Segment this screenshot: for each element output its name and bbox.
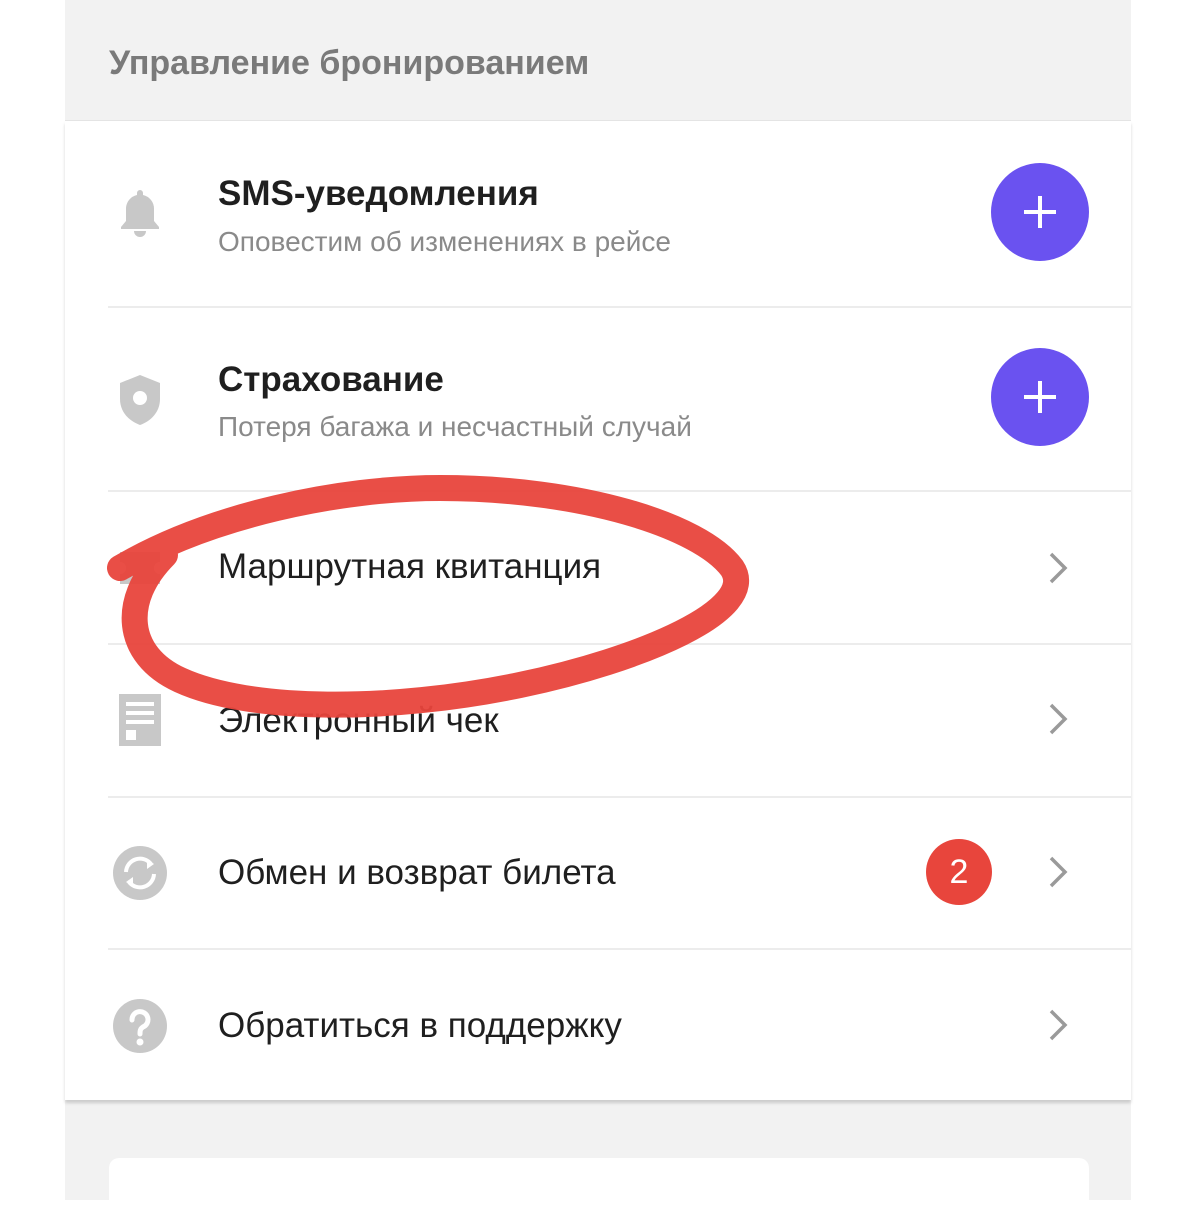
section-header: Управление бронированием: [65, 0, 1131, 121]
chevron-right-icon: [1043, 852, 1073, 892]
booking-options-list: SMS-уведомления Оповестим об изменениях …: [65, 121, 1131, 1100]
plus-icon: [1024, 196, 1056, 228]
list-item-itinerary-receipt[interactable]: Маршрутная квитанция: [65, 492, 1131, 645]
add-insurance-button[interactable]: [991, 348, 1089, 446]
exchange-icon: [110, 843, 170, 903]
item-title: Электронный чек: [218, 701, 499, 740]
item-title: Маршрутная квитанция: [218, 547, 602, 586]
list-item-support[interactable]: Обратиться в поддержку: [65, 950, 1131, 1100]
plus-icon: [1024, 381, 1056, 413]
add-sms-button[interactable]: [991, 163, 1089, 261]
bell-icon: [110, 183, 170, 243]
chevron-right-icon: [1043, 699, 1073, 739]
list-item-exchange-refund[interactable]: Обмен и возврат билета 2: [65, 798, 1131, 950]
chevron-right-icon: [1043, 1005, 1073, 1045]
list-item-insurance: Страхование Потеря багажа и несчастный с…: [65, 308, 1131, 492]
item-subtitle: Потеря багажа и несчастный случай: [218, 411, 692, 442]
item-title: SMS-уведомления: [218, 174, 539, 213]
item-subtitle: Оповестим об изменениях в рейсе: [218, 226, 671, 257]
ticket-icon: [110, 538, 170, 598]
receipt-icon: [110, 690, 170, 750]
chevron-right-icon: [1043, 548, 1073, 588]
list-item-electronic-receipt[interactable]: Электронный чек: [65, 645, 1131, 798]
section-title: Управление бронированием: [109, 44, 590, 82]
item-title: Страхование: [218, 360, 444, 399]
booking-management-panel: Управление бронированием SMS-уведомления…: [65, 0, 1131, 1218]
help-icon: [110, 996, 170, 1056]
shield-icon: [110, 370, 170, 430]
notification-badge: 2: [926, 839, 992, 905]
next-card-placeholder: [109, 1158, 1089, 1218]
item-title: Обмен и возврат билета: [218, 853, 616, 892]
list-item-sms-notifications: SMS-уведомления Оповестим об изменениях …: [65, 121, 1131, 308]
item-title: Обратиться в поддержку: [218, 1006, 622, 1045]
